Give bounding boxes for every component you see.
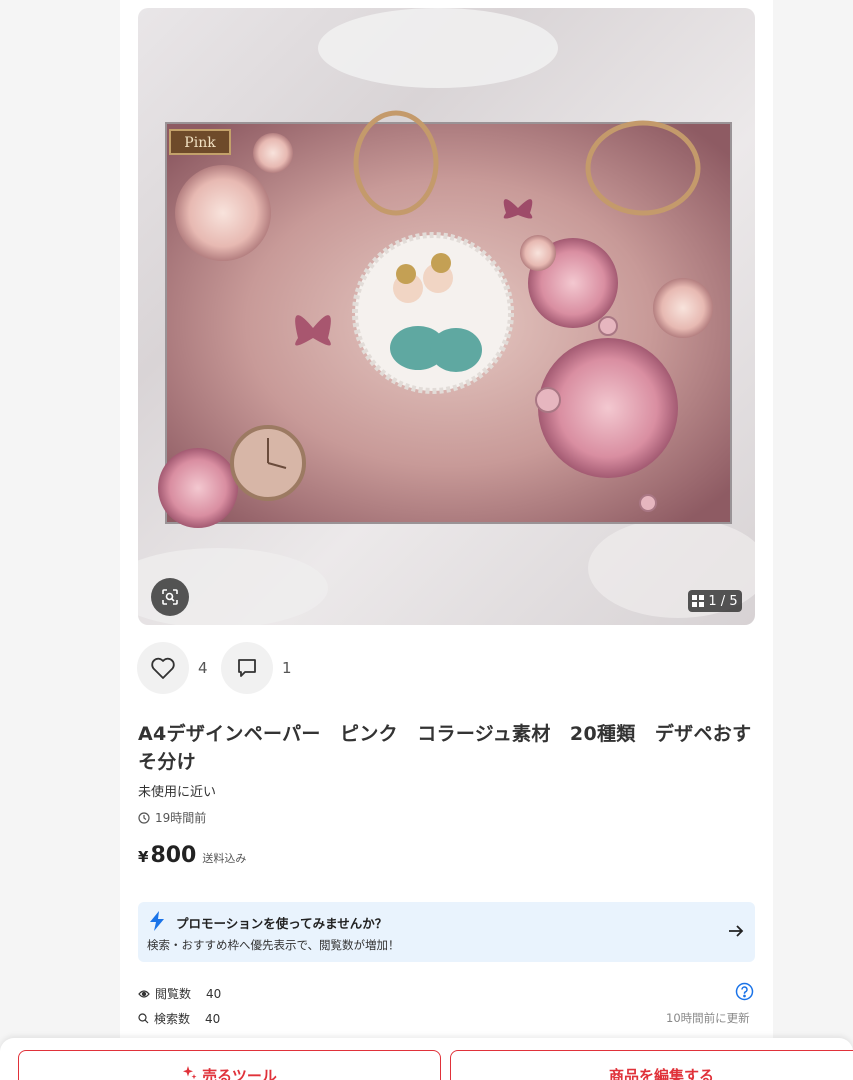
clock-icon [138, 811, 150, 824]
arrow-right-icon [729, 925, 744, 937]
comment-count: 1 [282, 659, 292, 677]
searches-label: 検索数 [154, 1012, 191, 1026]
price: ¥ 800 送料込み [138, 843, 246, 868]
like-count: 4 [198, 659, 208, 677]
posted-time: 19時間前 [138, 809, 206, 826]
image-counter-badge[interactable]: 1 / 5 [688, 590, 742, 612]
price-value: 800 [150, 843, 197, 868]
eye-icon [138, 989, 150, 998]
image-search-icon [162, 589, 178, 605]
lightning-icon [150, 911, 164, 931]
search-icon [138, 1013, 149, 1024]
product-condition: 未使用に近い [138, 785, 217, 800]
price-currency: ¥ [138, 848, 149, 866]
sparkle-icon [183, 1066, 197, 1080]
edit-product-button[interactable]: 商品を編集する [450, 1050, 853, 1080]
updated-time: 10時間前に更新 [666, 1011, 750, 1025]
views-label: 閲覧数 [155, 987, 192, 1001]
views-stat: 閲覧数 40 [138, 985, 221, 1002]
image-counter-text: 1 / 5 [708, 593, 738, 609]
help-icon[interactable] [735, 982, 754, 1001]
comment-button[interactable] [221, 642, 273, 694]
image-search-button[interactable] [151, 578, 189, 616]
shipping-label: 送料込み [202, 852, 247, 865]
posted-time-text: 19時間前 [155, 811, 207, 825]
heart-icon [151, 657, 175, 679]
grid-icon [692, 595, 705, 607]
searches-stat: 検索数 40 [138, 1010, 220, 1027]
searches-value: 40 [205, 1011, 221, 1026]
product-image[interactable]: Pink [138, 8, 755, 625]
like-button[interactable] [137, 642, 189, 694]
sell-tools-button[interactable]: 売るツール [18, 1050, 441, 1080]
promotion-description: 検索・おすすめ枠へ優先表示で、閲覧数が増加！ [147, 938, 400, 952]
pink-label-tag: Pink [184, 135, 216, 151]
edit-product-label: 商品を編集する [608, 1067, 714, 1080]
comment-icon [238, 659, 256, 677]
views-value: 40 [206, 986, 222, 1001]
promotion-title: プロモーションを使ってみませんか？ [176, 916, 388, 931]
sell-tools-label: 売るツール [202, 1067, 277, 1080]
product-title: A4デザインペーパー ピンク コラージュ素材 20種類 デザペおすそ分け [138, 723, 752, 773]
promotion-banner[interactable]: プロモーションを使ってみませんか？ 検索・おすすめ枠へ優先表示で、閲覧数が増加！ [138, 902, 755, 962]
